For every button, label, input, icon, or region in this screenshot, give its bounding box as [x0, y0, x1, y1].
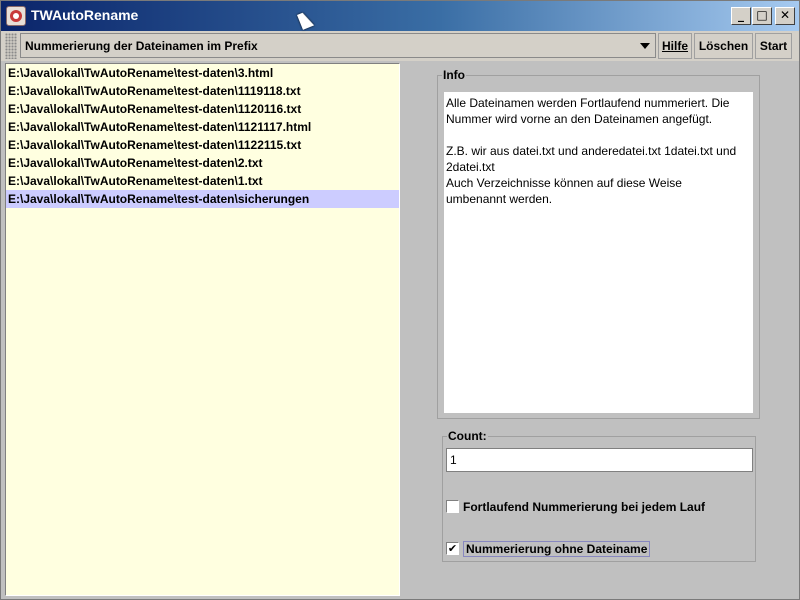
- info-panel-title: Info: [442, 68, 466, 82]
- info-panel: Info Alle Dateinamen werden Fortlaufend …: [437, 68, 760, 419]
- continuous-numbering-option[interactable]: Fortlaufend Nummerierung bei jedem Lauf: [446, 499, 705, 514]
- info-line: [446, 127, 751, 143]
- info-line: 2datei.txt: [446, 160, 495, 174]
- start-button-label: Start: [759, 39, 788, 53]
- toolbar-grip-icon[interactable]: [5, 33, 17, 59]
- start-button[interactable]: Start: [755, 33, 792, 59]
- file-list-item[interactable]: E:\Java\lokal\TwAutoRename\test-daten\1.…: [6, 172, 399, 190]
- app-icon[interactable]: [6, 6, 26, 26]
- toolbar: Nummerierung der Dateinamen im Prefix Hi…: [1, 31, 799, 61]
- count-panel: Count: 1 Fortlaufend Nummerierung bei je…: [442, 429, 756, 562]
- info-line: Alle Dateinamen werden Fortlaufend numme…: [446, 96, 730, 110]
- file-list[interactable]: E:\Java\lokal\TwAutoRename\test-daten\3.…: [5, 63, 400, 596]
- window-title: TWAutoRename: [31, 7, 139, 23]
- file-list-item[interactable]: E:\Java\lokal\TwAutoRename\test-daten\11…: [6, 136, 399, 154]
- count-input[interactable]: 1: [446, 448, 753, 472]
- no-filename-label: Nummerierung ohne Dateiname: [463, 540, 651, 557]
- info-line: umbenannt werden.: [446, 192, 553, 206]
- main-window: TWAutoRename _ □ ✕ Nummerierung der Date…: [0, 0, 800, 600]
- file-list-item[interactable]: E:\Java\lokal\TwAutoRename\test-daten\2.…: [6, 154, 399, 172]
- info-line: Nummer wird vorne an den Dateinamen ange…: [446, 112, 713, 126]
- no-filename-option[interactable]: ✔ Nummerierung ohne Dateiname: [446, 540, 651, 557]
- info-line: Auch Verzeichnisse können auf diese Weis…: [446, 176, 682, 190]
- close-button[interactable]: ✕: [775, 7, 795, 25]
- file-list-item[interactable]: E:\Java\lokal\TwAutoRename\test-daten\11…: [6, 100, 399, 118]
- file-list-item[interactable]: E:\Java\lokal\TwAutoRename\test-daten\3.…: [6, 64, 399, 82]
- mode-select-value: Nummerierung der Dateinamen im Prefix: [25, 39, 258, 53]
- info-text-area[interactable]: Alle Dateinamen werden Fortlaufend numme…: [444, 92, 753, 413]
- no-filename-checkbox[interactable]: ✔: [446, 542, 459, 556]
- title-bar[interactable]: TWAutoRename _ □ ✕: [1, 1, 799, 31]
- count-panel-title: Count:: [447, 429, 488, 443]
- continuous-numbering-label: Fortlaufend Nummerierung bei jedem Lauf: [463, 499, 706, 514]
- help-button-label: Hilfe: [661, 39, 688, 53]
- file-list-item[interactable]: E:\Java\lokal\TwAutoRename\test-daten\11…: [6, 118, 399, 136]
- file-list-item[interactable]: E:\Java\lokal\TwAutoRename\test-daten\11…: [6, 82, 399, 100]
- maximize-button[interactable]: □: [752, 7, 772, 25]
- continuous-numbering-checkbox[interactable]: [446, 500, 459, 514]
- chevron-down-icon[interactable]: [640, 43, 650, 49]
- mode-select[interactable]: Nummerierung der Dateinamen im Prefix: [20, 33, 656, 58]
- help-button[interactable]: Hilfe: [658, 33, 692, 59]
- file-list-item[interactable]: E:\Java\lokal\TwAutoRename\test-daten\si…: [6, 190, 399, 208]
- minimize-button[interactable]: _: [731, 7, 751, 25]
- info-line: Z.B. wir aus datei.txt und anderedatei.t…: [446, 144, 737, 158]
- clear-button[interactable]: Löschen: [694, 33, 753, 59]
- clear-button-label: Löschen: [698, 39, 749, 53]
